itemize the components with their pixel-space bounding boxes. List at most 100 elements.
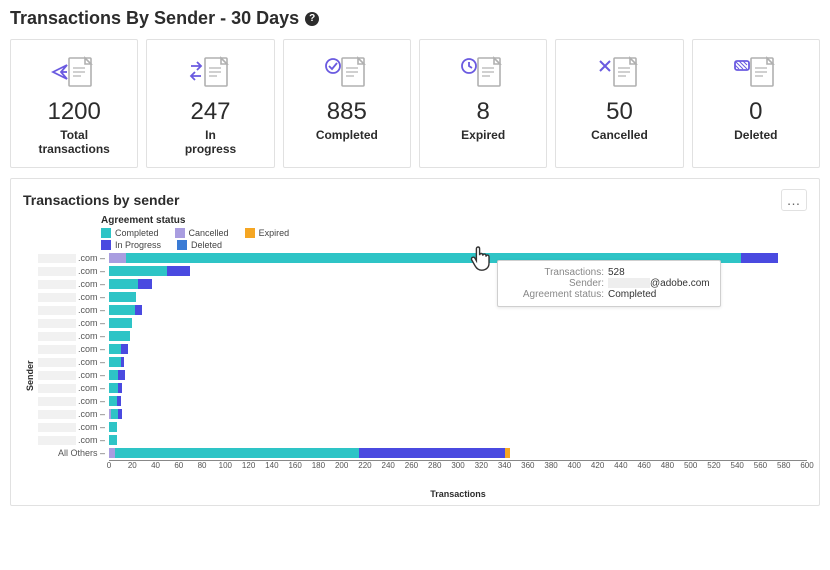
y-tick: .com – (37, 278, 109, 291)
x-tick: 460 (637, 461, 650, 470)
x-tick: 160 (288, 461, 301, 470)
summary-card-completed[interactable]: 885 Completed (283, 39, 411, 168)
bar-segment-in-progress[interactable] (117, 396, 120, 406)
bar-segment-expired[interactable] (505, 448, 511, 458)
bar-segment-in-progress[interactable] (118, 383, 121, 393)
bar-row[interactable] (109, 356, 807, 369)
x-tick: 140 (265, 461, 278, 470)
bar-segment-completed[interactable] (109, 357, 121, 367)
bar-segment-completed[interactable] (109, 435, 117, 445)
legend-item-deleted[interactable]: Deleted (177, 240, 222, 250)
bar-segment-completed[interactable] (109, 383, 118, 393)
chart-title: Transactions by sender (23, 192, 179, 208)
bar-row[interactable] (109, 408, 807, 421)
bar-row[interactable] (109, 434, 807, 447)
bar-row[interactable] (109, 330, 807, 343)
x-tick: 520 (707, 461, 720, 470)
bar-segment-in-progress[interactable] (121, 344, 128, 354)
bar-segment-completed[interactable] (109, 422, 117, 432)
x-tick: 100 (219, 461, 232, 470)
x-tick: 320 (475, 461, 488, 470)
bar-segment-completed[interactable] (109, 396, 117, 406)
bar-segment-completed[interactable] (109, 266, 167, 276)
completed-doc-icon (324, 52, 370, 90)
bar-row[interactable] (109, 343, 807, 356)
inprogress-doc-icon (187, 52, 233, 90)
x-tick: 480 (661, 461, 674, 470)
legend-item-completed[interactable]: Completed (101, 228, 159, 238)
bar-segment-in-progress[interactable] (118, 370, 125, 380)
y-tick: .com – (37, 408, 109, 421)
x-tick: 440 (614, 461, 627, 470)
bar-segment-completed[interactable] (109, 292, 136, 302)
bar-segment-completed[interactable] (109, 279, 138, 289)
y-tick: .com – (37, 317, 109, 330)
x-tick: 540 (731, 461, 744, 470)
card-label: Deleted (734, 128, 777, 142)
summary-card-expired[interactable]: 8 Expired (419, 39, 547, 168)
legend-item-cancelled[interactable]: Cancelled (175, 228, 229, 238)
summary-card-deleted[interactable]: 0 Deleted (692, 39, 820, 168)
summary-card-cancelled[interactable]: 50 Cancelled (555, 39, 683, 168)
y-tick: All Others – (37, 447, 109, 460)
bar-row[interactable] (109, 421, 807, 434)
card-label: Expired (461, 128, 505, 142)
y-tick: .com – (37, 421, 109, 434)
bar-segment-completed[interactable] (109, 305, 135, 315)
x-tick: 420 (591, 461, 604, 470)
x-tick: 240 (382, 461, 395, 470)
bar-segment-in-progress[interactable] (359, 448, 504, 458)
bar-segment-in-progress[interactable] (118, 409, 121, 419)
tooltip-status-label: Agreement status: (508, 289, 604, 300)
legend-item-expired[interactable]: Expired (245, 228, 290, 238)
bar-segment-completed[interactable] (109, 331, 130, 341)
x-tick: 220 (358, 461, 371, 470)
bar-segment-in-progress[interactable] (138, 279, 152, 289)
x-tick: 200 (335, 461, 348, 470)
y-axis-ticks: .com –.com –.com –.com –.com –.com –.com… (37, 252, 109, 499)
x-axis-label: Transactions (109, 489, 807, 499)
card-value: 0 (749, 98, 762, 126)
bar-row[interactable] (109, 382, 807, 395)
bar-row[interactable] (109, 369, 807, 382)
chart-panel: Transactions by sender … Agreement statu… (10, 178, 820, 506)
bar-segment-in-progress[interactable] (741, 253, 778, 263)
bar-segment-completed[interactable] (109, 318, 132, 328)
x-tick: 120 (242, 461, 255, 470)
expired-doc-icon (460, 52, 506, 90)
bar-segment-completed[interactable] (115, 448, 359, 458)
chart-plot: 0204060801001201401601802002202402602803… (109, 252, 807, 499)
card-value: 885 (327, 98, 367, 126)
x-tick: 300 (451, 461, 464, 470)
x-tick: 60 (174, 461, 183, 470)
tooltip-sender-value: @adobe.com (608, 278, 710, 289)
summary-cards: 1200 Totaltransactions 247 Inprogress 88… (10, 39, 820, 168)
summary-card-total-transactions[interactable]: 1200 Totaltransactions (10, 39, 138, 168)
bar-row[interactable] (109, 447, 807, 460)
legend-item-in-progress[interactable]: In Progress (101, 240, 161, 250)
card-label: Inprogress (185, 128, 236, 157)
bar-row[interactable] (109, 317, 807, 330)
chart-more-button[interactable]: … (781, 189, 807, 211)
x-tick: 580 (777, 461, 790, 470)
help-icon[interactable]: ? (305, 12, 319, 26)
x-tick: 600 (800, 461, 813, 470)
bar-segment-completed[interactable] (109, 370, 118, 380)
bar-segment-completed[interactable] (109, 344, 121, 354)
x-tick: 500 (684, 461, 697, 470)
bar-segment-cancelled[interactable] (109, 253, 126, 263)
x-tick: 280 (428, 461, 441, 470)
chart-tooltip: Transactions:528 Sender:@adobe.com Agree… (497, 260, 721, 307)
bar-segment-in-progress[interactable] (167, 266, 190, 276)
y-axis-label: Sender (23, 252, 37, 499)
card-label: Totaltransactions (38, 128, 109, 157)
bar-segment-in-progress[interactable] (135, 305, 142, 315)
card-value: 247 (190, 98, 230, 126)
y-tick: .com – (37, 356, 109, 369)
bar-segment-completed[interactable] (111, 409, 118, 419)
x-tick: 0 (107, 461, 111, 470)
bar-row[interactable] (109, 395, 807, 408)
y-tick: .com – (37, 291, 109, 304)
summary-card-in-progress[interactable]: 247 Inprogress (146, 39, 274, 168)
bar-segment-in-progress[interactable] (121, 357, 124, 367)
